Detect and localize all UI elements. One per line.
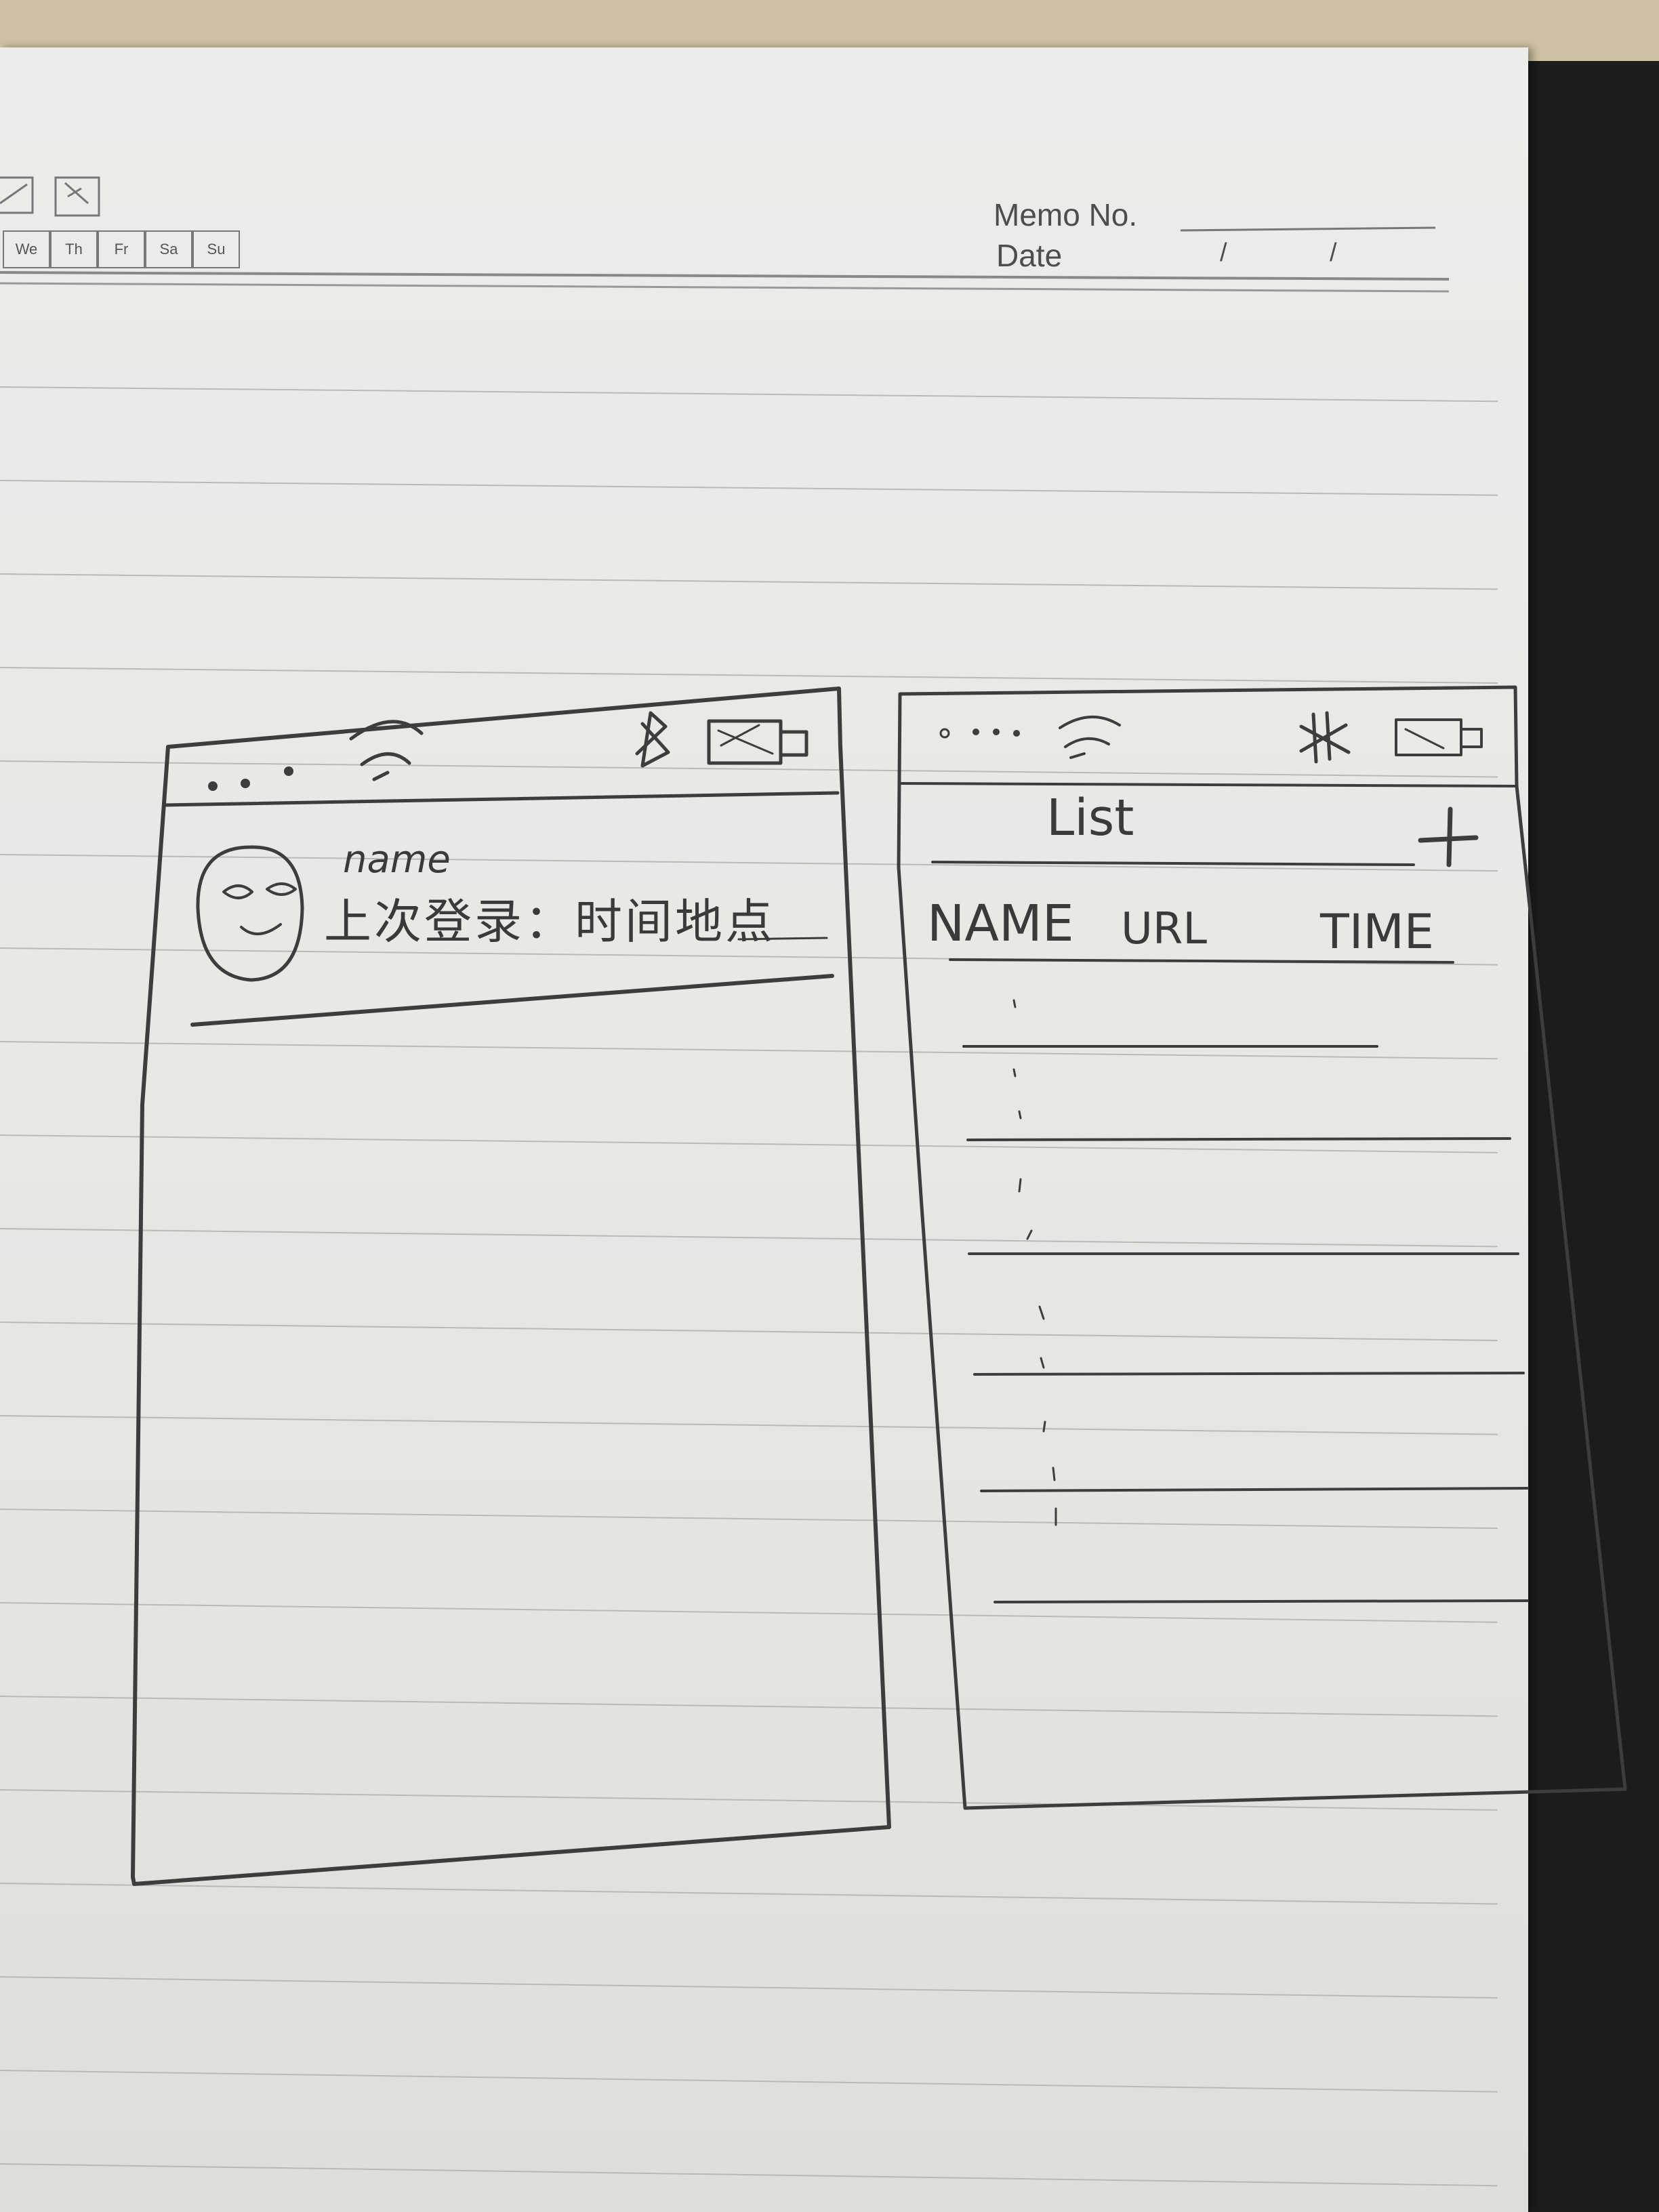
signal-dots-icon xyxy=(939,728,1020,739)
right-screen-sketch xyxy=(897,685,1627,1810)
column-header-time: TIME xyxy=(1320,904,1435,960)
list-title: List xyxy=(1046,789,1134,847)
list-rows xyxy=(962,999,1529,1603)
battery-icon xyxy=(1395,718,1483,756)
bluetooth-icon xyxy=(1299,711,1351,764)
add-icon[interactable] xyxy=(1418,806,1479,867)
wifi-icon xyxy=(1059,716,1121,759)
column-header-name: NAME xyxy=(927,895,1074,953)
column-header-url: URL xyxy=(1121,904,1207,954)
